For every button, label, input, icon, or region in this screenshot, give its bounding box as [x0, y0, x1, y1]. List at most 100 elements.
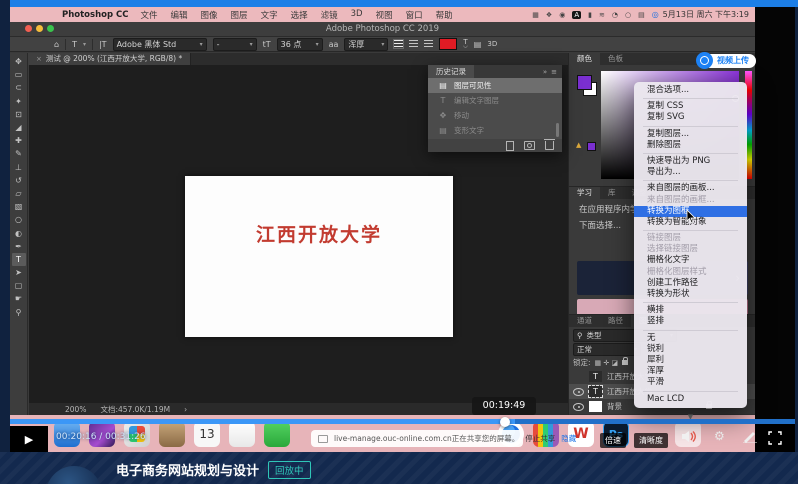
fullscreen-icon[interactable] [768, 431, 782, 445]
tab-swatches[interactable]: 色板 [600, 53, 631, 65]
settings-gear-icon[interactable]: ⚙ [714, 429, 725, 443]
menubar-clock[interactable]: 5月13日 周六 下午3:19 [663, 9, 749, 20]
tool-shape[interactable]: ▢ [12, 279, 26, 292]
menu-item[interactable]: 犀利 [634, 355, 747, 366]
menu-item[interactable]: 删除图层 [634, 140, 747, 151]
menubar-menu[interactable]: 文字 [261, 9, 278, 21]
history-scrollbar[interactable] [556, 123, 559, 137]
text-orientation-icon[interactable]: |T [99, 40, 107, 49]
3d-icon[interactable]: 3D [487, 40, 497, 48]
tray-icon-time-machine[interactable]: ◔ [612, 11, 618, 19]
progress-bar[interactable] [10, 419, 795, 424]
menu-item[interactable]: 锐利 [634, 344, 747, 355]
menu-item[interactable]: 转换为形状 [634, 289, 747, 300]
menu-item[interactable]: 选择链接图层 [634, 244, 747, 255]
upload-widget[interactable]: 视频上传 [696, 52, 756, 69]
delete-state-icon[interactable] [545, 141, 554, 150]
menubar-menu[interactable]: 选择 [291, 9, 308, 21]
dock-app-icon[interactable] [159, 421, 185, 447]
menu-item[interactable]: 混合选项... [634, 85, 747, 96]
zoom-traffic-light[interactable] [47, 25, 54, 32]
menu-item[interactable]: 复制 CSS [634, 101, 747, 112]
new-doc-from-state-icon[interactable] [506, 141, 514, 151]
font-family-select[interactable]: Adobe 黑体 Std ▾ [113, 38, 207, 51]
document-canvas[interactable]: 江西开放大学 [185, 176, 453, 337]
tray-icon-meeting[interactable]: ❖ [546, 11, 552, 19]
visibility-eye-icon[interactable] [573, 388, 584, 396]
history-step[interactable]: ▤ 图层可见性 [428, 78, 562, 93]
menubar-menu[interactable]: 帮助 [436, 9, 453, 21]
tab-paths[interactable]: 路径 [600, 315, 631, 327]
menubar-menu[interactable]: 编辑 [171, 9, 188, 21]
new-snapshot-icon[interactable] [524, 141, 535, 150]
align-right-icon[interactable] [424, 40, 433, 48]
menu-item[interactable]: 复制图层... [634, 129, 747, 140]
menu-item[interactable]: 来自图层的画框... [634, 195, 747, 206]
menu-item[interactable]: Mac LCD [634, 394, 747, 405]
menu-item[interactable]: 无 [634, 333, 747, 344]
text-color-swatch[interactable] [439, 38, 457, 50]
tool-gradient[interactable]: ▧ [12, 200, 26, 213]
hide-banner-button[interactable]: 隐藏 [561, 433, 576, 444]
tool-stamp[interactable]: ⊥ [12, 161, 26, 174]
stop-sharing-button[interactable]: 停止共享 [525, 433, 555, 444]
tool-hand[interactable]: ☛ [12, 292, 26, 305]
tool-lasso[interactable]: ⊂ [12, 81, 26, 94]
upload-button[interactable]: 视频上传 [709, 54, 756, 68]
close-traffic-light[interactable] [25, 25, 32, 32]
status-chevron-icon[interactable]: › [184, 405, 187, 414]
tool-heal[interactable]: ✚ [12, 134, 26, 147]
speed-button[interactable]: 倍速 [600, 433, 626, 448]
tab-libraries[interactable]: 库 [600, 187, 624, 199]
history-step[interactable]: ▤ 变形文字 [428, 123, 562, 138]
tray-icon-screen-rec[interactable]: ▦ [532, 11, 539, 19]
annotate-pen-icon[interactable] [742, 430, 758, 443]
close-tab-icon[interactable]: × [36, 55, 42, 63]
document-tab[interactable]: ×测试 @ 200% (江西开放大学, RGB/8) * [28, 53, 191, 65]
visibility-eye-icon[interactable] [573, 403, 584, 411]
quality-button[interactable]: 清晰度 [634, 433, 668, 448]
menu-item[interactable]: 创建工作路径 [634, 278, 747, 289]
menu-item[interactable]: 快速导出为 PNG [634, 156, 747, 167]
tool-eraser[interactable]: ▱ [12, 187, 26, 200]
menu-item[interactable]: 栅格化文字 [634, 255, 747, 266]
menubar-menu[interactable]: 文件 [141, 9, 158, 21]
tool-history-brush[interactable]: ↺ [12, 174, 26, 187]
history-step[interactable]: T 编辑文字图层 [428, 93, 562, 108]
tray-icon-spotlight[interactable]: ○ [625, 11, 631, 19]
lock-icons[interactable]: ▦ ✛ ◪ [595, 359, 619, 367]
tool-pen[interactable]: ✒ [12, 240, 26, 253]
menu-item[interactable]: 链接图层 [634, 233, 747, 244]
align-left-icon[interactable] [394, 40, 403, 48]
dock-calendar-icon[interactable]: 13 [194, 421, 220, 447]
tool-crop[interactable]: ⊡ [12, 108, 26, 121]
menubar-menu[interactable]: 3D [351, 9, 363, 21]
tool-brush[interactable]: ✎ [12, 147, 26, 160]
history-tab[interactable]: 历史记录 [428, 65, 474, 78]
tab-color[interactable]: 颜色 [569, 53, 600, 65]
dock-notes-icon[interactable] [229, 421, 255, 447]
menu-item[interactable]: 平滑 [634, 377, 747, 388]
minimize-traffic-light[interactable] [36, 25, 43, 32]
tray-icon-input-method[interactable]: A [572, 11, 581, 19]
align-center-icon[interactable] [409, 40, 418, 48]
tray-icon-wifi[interactable]: ≋ [599, 11, 605, 19]
menubar-menu[interactable]: 窗口 [406, 9, 423, 21]
zoom-level[interactable]: 200% [65, 405, 86, 414]
home-icon[interactable]: ⌂ [54, 40, 59, 49]
play-button[interactable]: ▶ [10, 426, 48, 452]
history-step[interactable]: ✥ 移动 [428, 108, 562, 123]
menu-item[interactable]: 浑厚 [634, 366, 747, 377]
progress-knob[interactable] [500, 417, 510, 427]
tool-move[interactable]: ✥ [12, 55, 26, 68]
menu-item[interactable]: 复制 SVG [634, 112, 747, 123]
tray-icon-control-center[interactable]: ▤ [638, 11, 645, 19]
anti-alias-select[interactable]: 浑厚 ▾ [344, 38, 388, 51]
menubar-menu[interactable]: 滤镜 [321, 9, 338, 21]
menu-item[interactable]: 横排 [634, 305, 747, 316]
tray-icon-status[interactable]: ◉ [559, 11, 565, 19]
tray-icon-battery[interactable]: ▮ [588, 11, 592, 19]
tray-icon-app-status[interactable]: ◎ [652, 10, 659, 19]
tool-preset-icon[interactable]: T [72, 40, 77, 49]
menu-item[interactable]: 栅格化图层样式 [634, 267, 747, 278]
